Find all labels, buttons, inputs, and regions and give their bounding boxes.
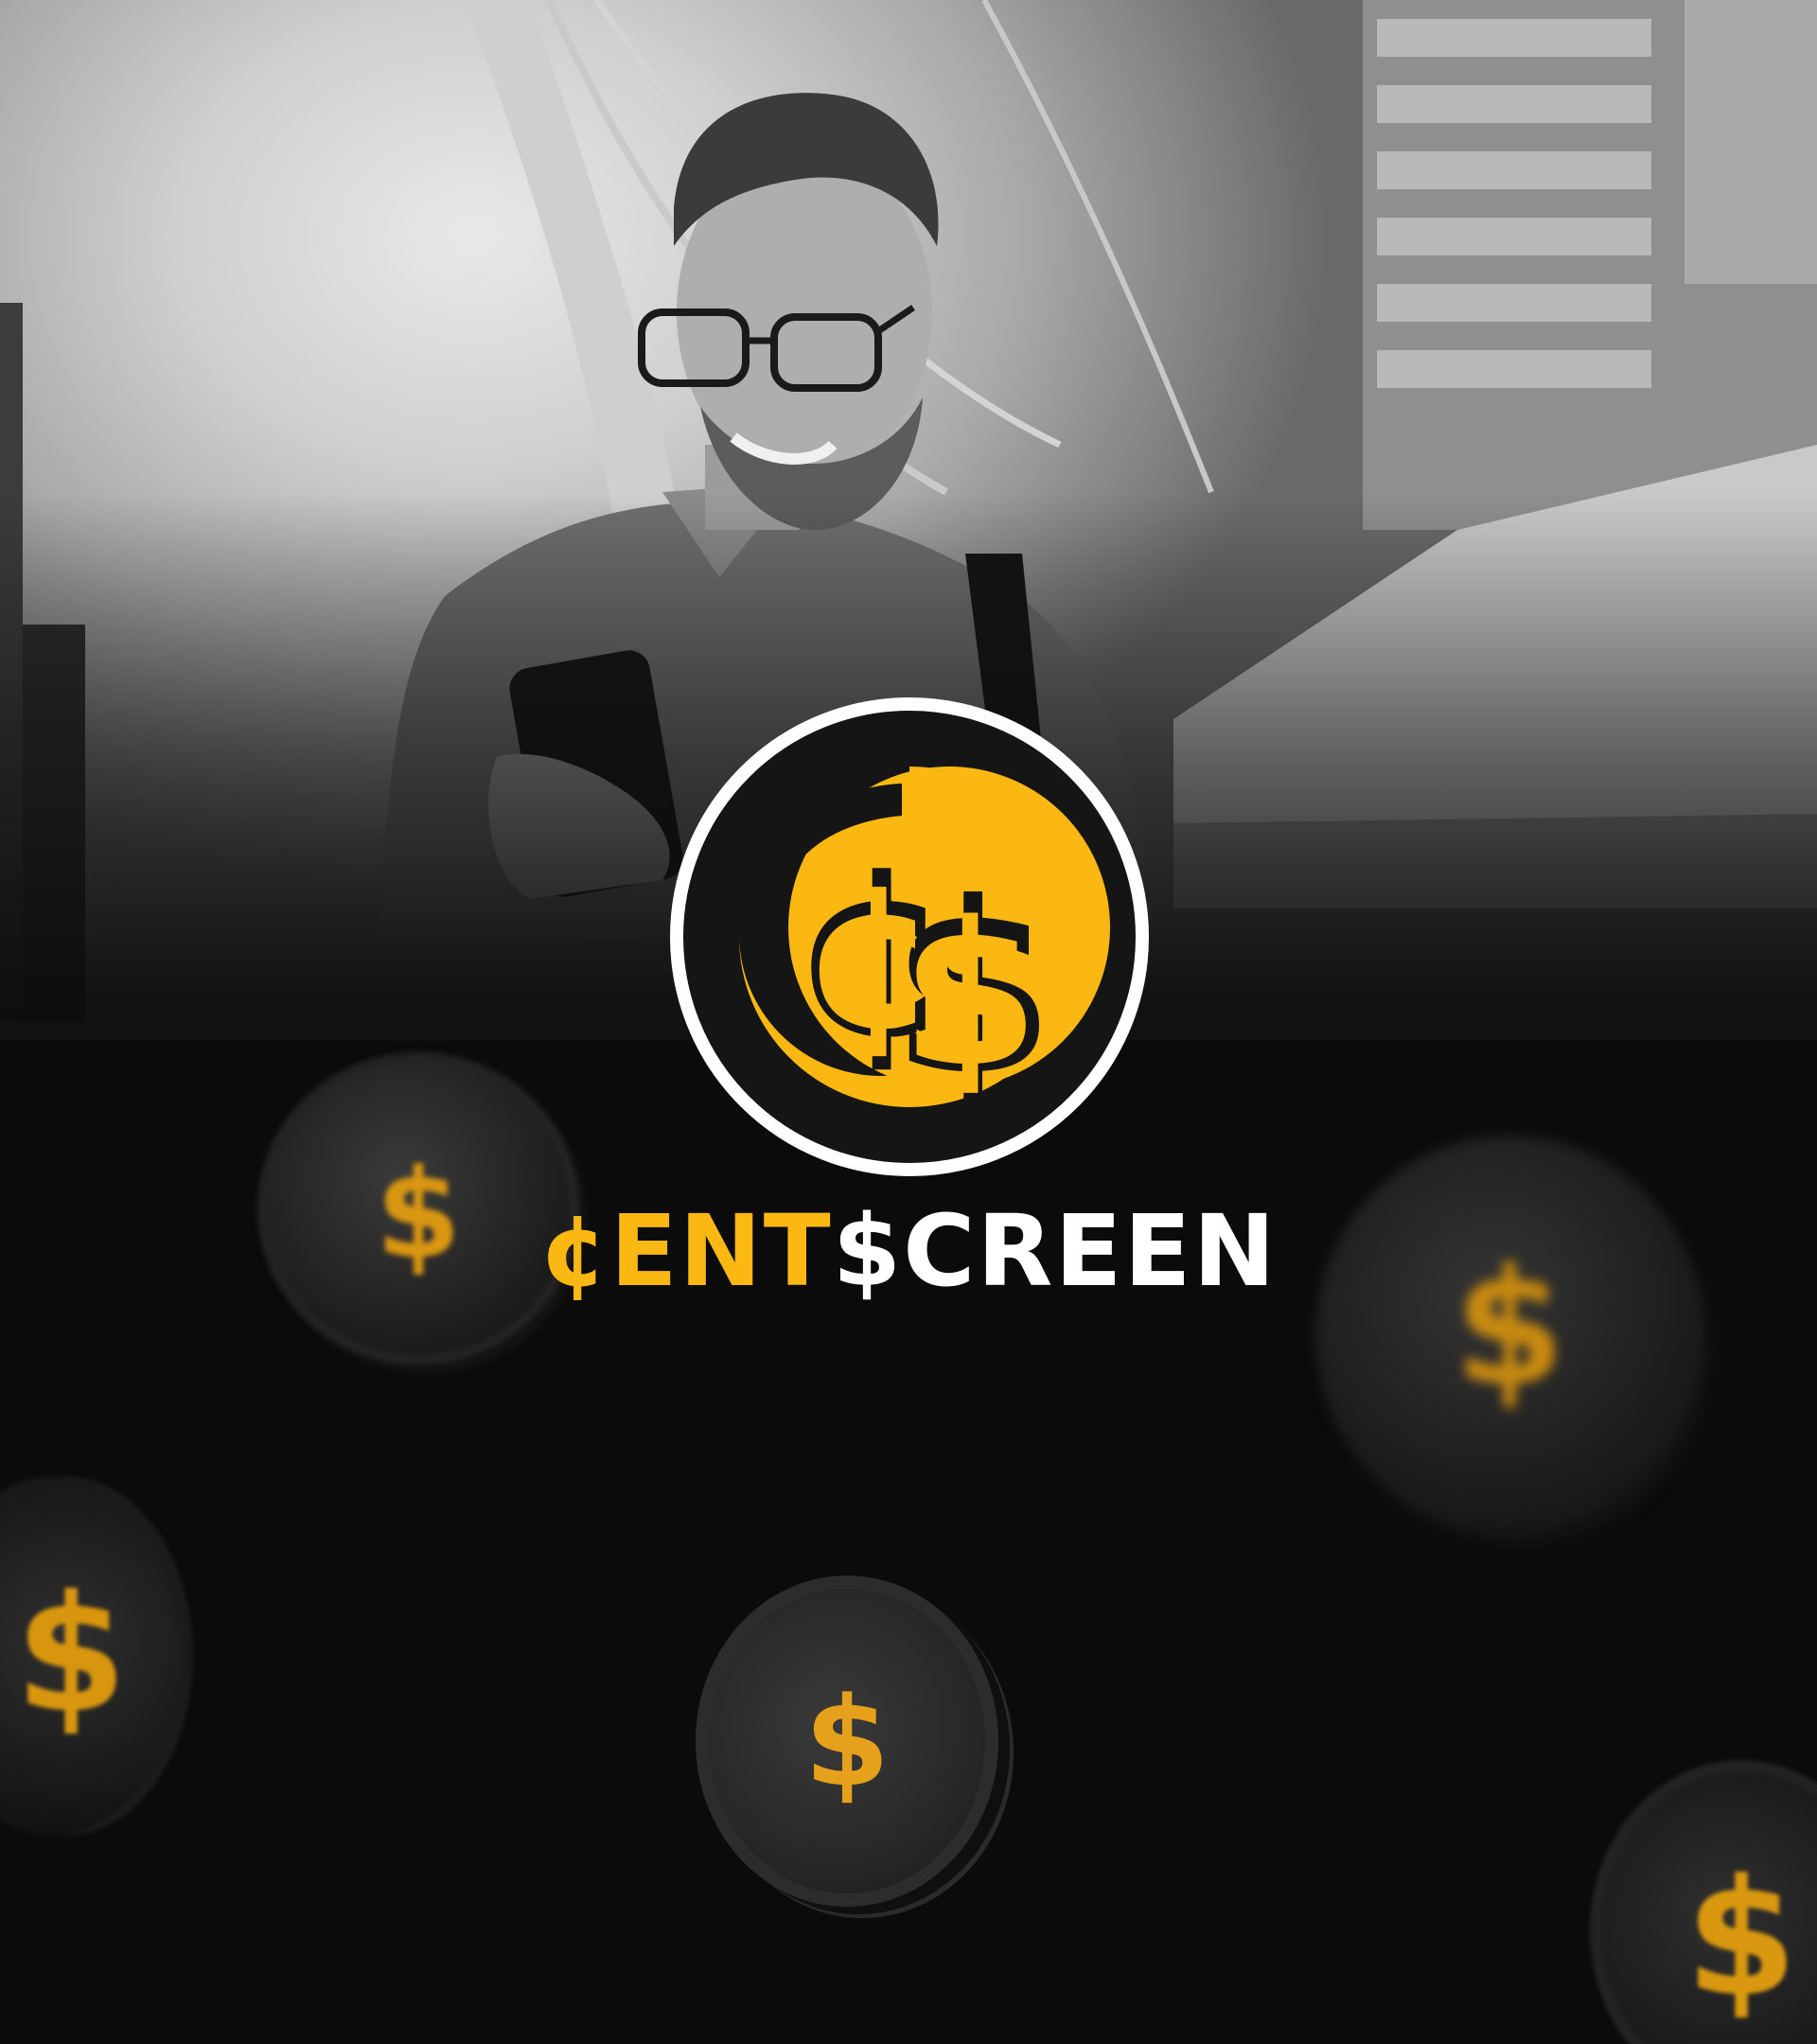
coin-blurred-right: $ <box>1315 1136 1703 1533</box>
dollar-coin-icon: $ <box>1685 1845 1798 2033</box>
brand-screen: $CREEN <box>832 1193 1278 1309</box>
cent-dollar-logo-icon: ¢ $ $ ¢ <box>665 693 1154 1181</box>
brand-wordmark: ¢ENT$CREEN <box>0 1202 1817 1300</box>
dollar-coin-icon: $ <box>803 1670 891 1814</box>
svg-text:¢: ¢ <box>803 841 941 1073</box>
dollar-coin-icon: $ <box>14 1561 128 1749</box>
brand-cent: ¢ENT <box>539 1193 833 1309</box>
splash-screen: $ $ $ $ $ ¢ $ $ ¢ ¢ENT$CREEN <box>0 0 1817 2044</box>
coin-front-center: $ <box>696 1576 998 1907</box>
